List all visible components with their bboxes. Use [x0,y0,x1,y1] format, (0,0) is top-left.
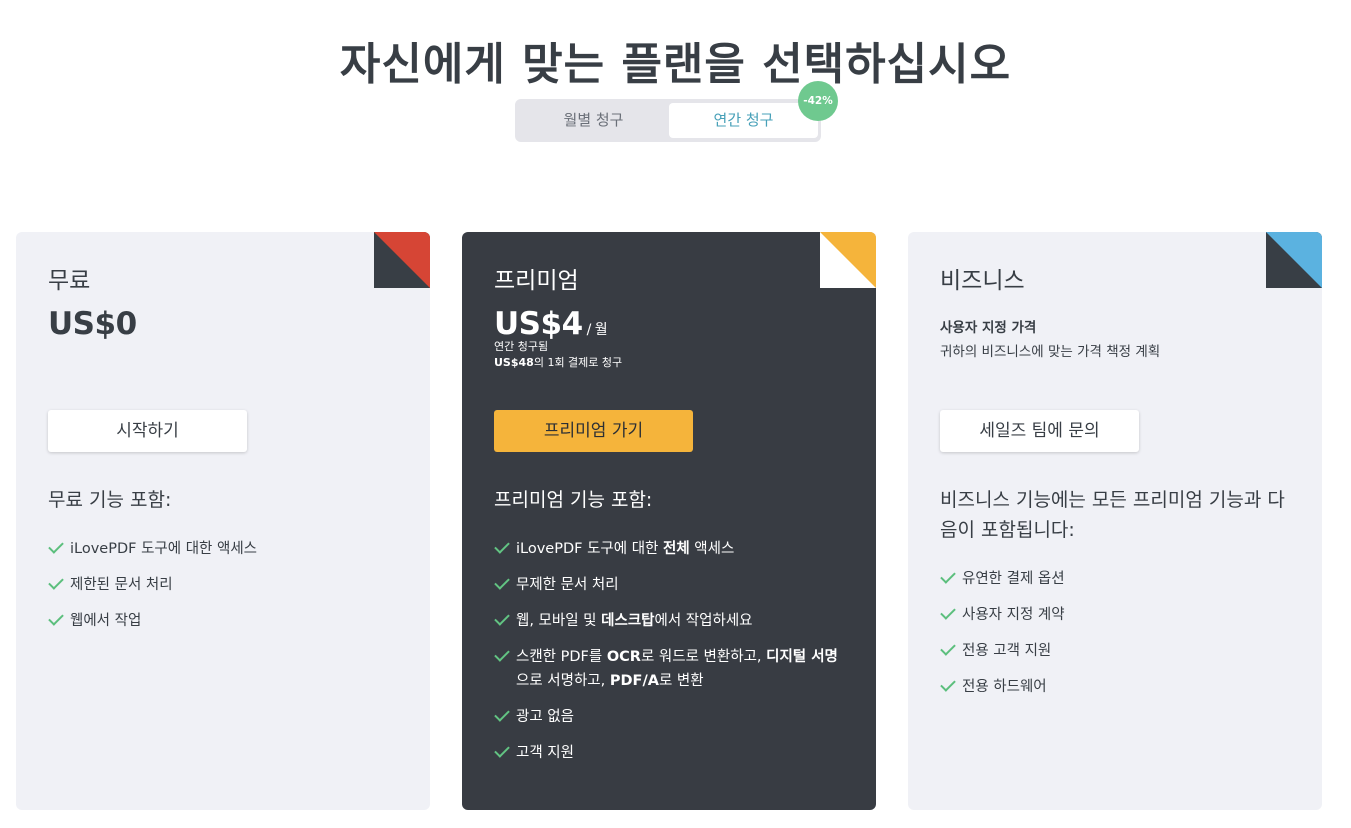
corner-fold-icon [1266,232,1322,288]
plan-price: US$0 [48,306,137,342]
feature-item: iLovePDF 도구에 대한 전체 액세스 [494,537,844,561]
feature-item: 전용 하드웨어 [940,675,1300,699]
features-title: 무료 기능 포함: [48,489,172,511]
check-icon [494,742,510,758]
plan-card-business: 비즈니스 사용자 지정 가격 귀하의 비즈니스에 맞는 가격 책정 계획 세일즈… [908,232,1322,810]
feature-item: 유연한 결제 옵션 [940,567,1300,591]
contact-sales-button[interactable]: 세일즈 팀에 문의 [940,410,1139,452]
check-icon [494,646,510,662]
feature-item: 제한된 문서 처리 [48,573,408,597]
plan-card-free: 무료 US$0 시작하기 무료 기능 포함: iLovePDF 도구에 대한 액… [16,232,430,810]
check-icon [940,604,956,620]
billing-note: 연간 청구됨 US$48의 1회 결제로 청구 [494,340,623,369]
check-icon [494,706,510,722]
feature-item: 무제한 문서 처리 [494,573,844,597]
plan-name: 프리미엄 [494,268,579,294]
page-title: 자신에게 맞는 플랜을 선택하십시오 [339,39,1012,91]
feature-item: 전용 고객 지원 [940,639,1300,663]
go-premium-button[interactable]: 프리미엄 가기 [494,410,693,452]
feature-item: 광고 없음 [494,705,844,729]
monthly-billing-option[interactable]: 월별 청구 [519,103,668,138]
check-icon [494,538,510,554]
feature-item: 스캔한 PDF를 OCR로 워드로 변환하고, 디지털 서명으로 서명하고, P… [494,645,844,693]
plan-name: 비즈니스 [940,268,1025,294]
check-icon [940,568,956,584]
feature-item: 웹에서 작업 [48,609,408,633]
plan-subtitle: 사용자 지정 가격 귀하의 비즈니스에 맞는 가격 책정 계획 [940,320,1161,360]
feature-list: iLovePDF 도구에 대한 전체 액세스무제한 문서 처리웹, 모바일 및 … [494,537,844,777]
corner-fold-icon [374,232,430,288]
check-icon [494,610,510,626]
corner-fold-icon [820,232,876,288]
plan-card-premium: 프리미엄 US$4/ 월 연간 청구됨 US$48의 1회 결제로 청구 프리미… [462,232,876,810]
feature-item: 사용자 지정 계약 [940,603,1300,627]
features-title: 프리미엄 기능 포함: [494,489,653,511]
billing-toggle: 월별 청구 연간 청구 [515,99,821,142]
start-button[interactable]: 시작하기 [48,410,247,452]
feature-list: 유연한 결제 옵션 사용자 지정 계약 전용 고객 지원 전용 하드웨어 [940,567,1300,711]
feature-item: iLovePDF 도구에 대한 액세스 [48,537,408,561]
check-icon [48,538,64,554]
check-icon [48,574,64,590]
check-icon [940,640,956,656]
discount-badge: -42% [798,81,838,121]
features-title: 비즈니스 기능에는 모든 프리미엄 기능과 다음이 포함됩니다: [940,489,1285,541]
annual-billing-option[interactable]: 연간 청구 [669,103,818,138]
price-unit: / 월 [586,322,608,338]
check-icon [940,676,956,692]
check-icon [48,610,64,626]
feature-list: iLovePDF 도구에 대한 액세스 제한된 문서 처리 웹에서 작업 [48,537,408,645]
feature-item: 고객 지원 [494,741,844,765]
plan-name: 무료 [48,268,91,294]
check-icon [494,574,510,590]
feature-item: 웹, 모바일 및 데스크탑에서 작업하세요 [494,609,844,633]
